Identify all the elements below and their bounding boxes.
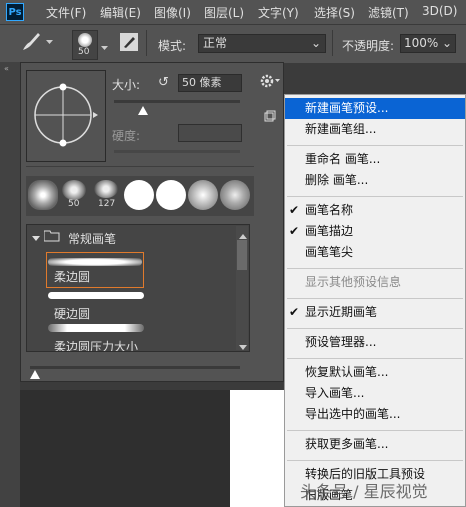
menu-export-selected-brushes[interactable]: 导出选中的画笔... (285, 404, 465, 425)
hardness-label: 硬度: (112, 129, 141, 143)
menu-layer[interactable]: 图层(L) (204, 4, 244, 21)
menu-brush-tip[interactable]: 画笔笔尖 (285, 242, 465, 263)
check-icon: ✔ (289, 224, 300, 238)
menu-separator (287, 358, 463, 359)
brush-name[interactable]: 硬边圆 (54, 305, 90, 322)
size-slider-thumb[interactable] (138, 104, 148, 118)
menu-delete-brush[interactable]: 删除 画笔... (285, 170, 465, 191)
gear-icon[interactable] (258, 72, 282, 90)
brush-tip-textured[interactable] (28, 180, 58, 210)
brush-name[interactable]: 柔边圆 (54, 268, 90, 285)
menu-new-brush-group[interactable]: 新建画笔组... (285, 119, 465, 140)
reset-size-icon[interactable]: ↺ (158, 75, 169, 90)
menu-filter[interactable]: 滤镜(T) (368, 4, 409, 21)
menu-separator (287, 196, 463, 197)
size-label: 大小: (112, 78, 141, 92)
menu-separator (287, 145, 463, 146)
tool-preset-arrow-icon[interactable] (46, 34, 53, 44)
hardness-slider-track[interactable] (114, 150, 240, 153)
size-input[interactable]: 50 像素 (178, 74, 242, 92)
menu-show-additional-info: 显示其他预设信息 (305, 275, 402, 289)
menu-separator (287, 268, 463, 269)
document-canvas[interactable] (230, 390, 286, 507)
divider (26, 166, 254, 167)
thumbnail-size-slider-thumb[interactable] (30, 368, 40, 382)
mode-select[interactable]: 正常 ⌄ (198, 34, 326, 53)
new-preset-icon[interactable] (264, 110, 276, 122)
canvas-background (20, 390, 230, 507)
menu-rename-brush[interactable]: 重命名 画笔... (285, 149, 465, 170)
menu-separator (287, 430, 463, 431)
tool-strip (0, 62, 20, 507)
photoshop-logo: Ps (6, 3, 24, 21)
menu-show-recent-brushes[interactable]: ✔ 显示近期画笔 (285, 302, 465, 323)
menu-separator (287, 298, 463, 299)
opacity-field[interactable]: 100% ⌄ (400, 34, 456, 53)
opacity-label: 不透明度: (342, 39, 395, 53)
check-icon: ✔ (289, 305, 300, 319)
menu-get-more-brushes[interactable]: 获取更多画笔... (285, 434, 465, 455)
scroll-down-icon[interactable] (239, 340, 247, 354)
brush-stroke-preview (48, 324, 144, 332)
menu-brush-name[interactable]: ✔ 画笔名称 (285, 200, 465, 221)
menu-item-label: 显示近期画笔 (305, 305, 378, 319)
brush-stroke-preview (48, 292, 144, 299)
thumbnail-size-slider-track[interactable] (30, 366, 240, 369)
menu-separator (287, 460, 463, 461)
brush-tip-hard-round[interactable] (124, 180, 154, 210)
brush-tip-size: 50 (68, 199, 80, 209)
brush-tip-soft-round-2[interactable] (220, 180, 250, 210)
brush-preset-picker[interactable]: 50 (72, 30, 98, 60)
watermark: 头条号 / 星辰视觉 (300, 482, 428, 501)
hardness-input[interactable] (178, 124, 242, 142)
menu-item-label: 画笔描边 (305, 224, 354, 238)
size-slider-track[interactable] (114, 100, 240, 103)
menu-edit[interactable]: 编辑(E) (100, 4, 141, 21)
brush-tip-scatter[interactable] (62, 180, 86, 200)
opacity-value: 100% (404, 36, 439, 50)
brush-tip-size: 127 (98, 199, 116, 209)
panel-flyout-menu: 新建画笔预设... 新建画笔组... 重命名 画笔... 删除 画笔... ✔ … (284, 94, 466, 507)
collapse-arrows-icon[interactable]: « (4, 64, 9, 73)
brush-tip-chalk[interactable] (94, 180, 118, 198)
menu-image[interactable]: 图像(I) (154, 4, 191, 21)
menu-preset-manager[interactable]: 预设管理器... (285, 332, 465, 353)
mode-value: 正常 (203, 36, 228, 50)
chevron-down-icon[interactable] (32, 231, 40, 245)
brush-size-indicator: 50 (78, 47, 90, 57)
menu-type[interactable]: 文字(Y) (258, 4, 299, 21)
menu-file[interactable]: 文件(F) (46, 4, 86, 21)
menu-restore-default-brushes[interactable]: 恢复默认画笔... (285, 362, 465, 383)
menu-select[interactable]: 选择(S) (314, 4, 355, 21)
brush-tip-thumb-icon (78, 33, 92, 47)
check-icon: ✔ (289, 203, 300, 217)
menu-import-brushes[interactable]: 导入画笔... (285, 383, 465, 404)
chevron-down-icon: ⌄ (441, 36, 452, 50)
menu-brush-stroke[interactable]: ✔ 画笔描边 (285, 221, 465, 242)
brush-group-name[interactable]: 常规画笔 (68, 230, 116, 247)
mode-label: 模式: (158, 39, 187, 53)
menu-3d[interactable]: 3D(D) (422, 4, 457, 18)
brush-settings-panel-icon[interactable] (120, 33, 138, 51)
divider (332, 30, 333, 56)
menu-separator (287, 328, 463, 329)
divider (146, 30, 147, 56)
brush-tool-icon[interactable] (20, 30, 42, 57)
brush-stroke-preview (48, 258, 142, 266)
brush-tip-hard-round-2[interactable] (156, 180, 186, 210)
menu-item-label: 画笔名称 (305, 203, 354, 217)
folder-icon (43, 230, 60, 245)
brush-name[interactable]: 柔边圆压力大小 (54, 338, 138, 351)
brush-picker-arrow-icon[interactable] (101, 40, 108, 54)
chevron-down-icon: ⌄ (310, 36, 321, 50)
scrollbar-thumb[interactable] (237, 240, 247, 270)
menu-new-brush-preset[interactable]: 新建画笔预设... (285, 98, 465, 119)
brush-tip-soft-round[interactable] (188, 180, 218, 210)
brush-angle-preview[interactable] (26, 70, 106, 162)
